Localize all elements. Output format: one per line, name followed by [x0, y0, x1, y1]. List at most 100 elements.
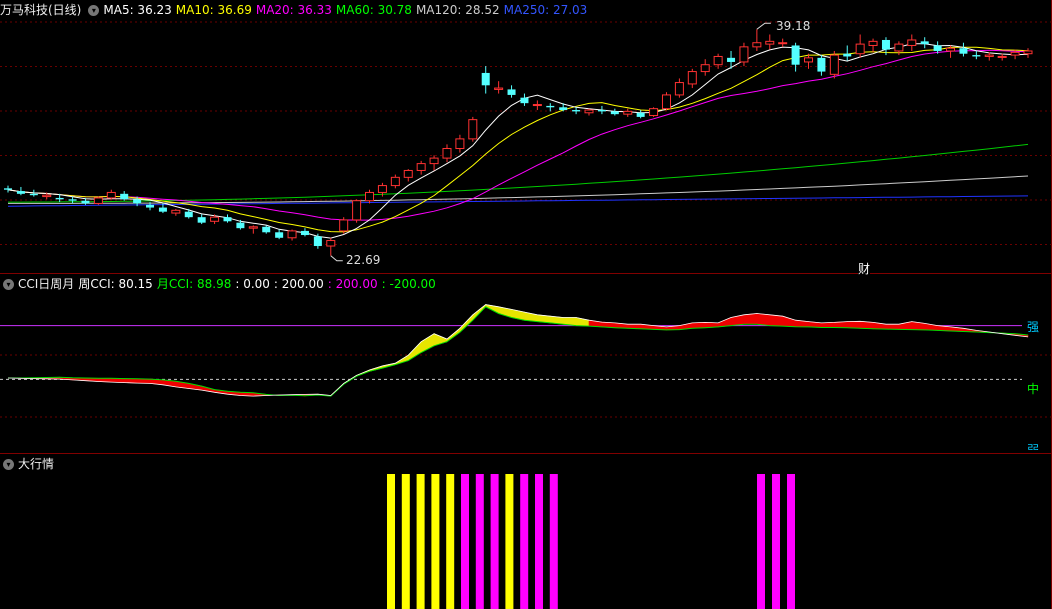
- signal-bar: [490, 474, 499, 609]
- candle-body: [791, 45, 800, 65]
- cci-fill-segment: [756, 313, 771, 326]
- candle-body: [377, 185, 387, 193]
- candle-body: [546, 105, 555, 108]
- panel3-settings-icon[interactable]: ▾: [3, 459, 14, 470]
- high-pointer: [756, 22, 771, 30]
- candle-body: [494, 87, 504, 90]
- candle-body: [55, 197, 64, 200]
- cci-fill-segment: [782, 315, 796, 327]
- panel2-header: ▾ CCI日周月 周CCI: 80.15 月CCI: 88.98: 0.00: 200…: [0, 275, 440, 293]
- candle-body: [210, 216, 220, 222]
- candle-body: [416, 163, 426, 171]
- signal-bar: [505, 474, 514, 609]
- candle-body: [817, 57, 826, 72]
- candle-body: [959, 48, 968, 54]
- candle-body: [262, 226, 271, 233]
- candle-body: [313, 236, 322, 247]
- candle-body: [636, 112, 645, 117]
- candle-body: [881, 39, 890, 50]
- signal-bar: [520, 474, 529, 609]
- candle-body: [739, 46, 749, 63]
- candle-body: [507, 89, 516, 95]
- candle-body: [339, 219, 349, 232]
- candle-body: [661, 94, 671, 110]
- signal-bar: [549, 474, 558, 609]
- candle-body: [868, 40, 878, 46]
- candle-body: [946, 47, 956, 52]
- weak-label: 弱: [1027, 443, 1040, 450]
- candle-body: [843, 53, 852, 57]
- candle-body: [390, 176, 400, 187]
- panel2-title: CCI日周月: [18, 277, 75, 291]
- candle-body: [481, 72, 490, 86]
- cci-fill-segment: [885, 323, 900, 330]
- candle-body: [907, 39, 917, 46]
- candle-body: [468, 119, 478, 140]
- candle-body: [752, 42, 762, 48]
- panel1-settings-icon[interactable]: ▾: [88, 5, 100, 16]
- candle-body: [1023, 50, 1033, 55]
- cci-fill-segment: [743, 313, 758, 325]
- candle-body: [68, 199, 77, 201]
- signal-bar: [387, 474, 395, 609]
- candle-body: [171, 209, 181, 214]
- finance-marker[interactable]: 财: [858, 260, 871, 277]
- week-cci-label: 周CCI: 80.15: [78, 277, 153, 291]
- ma5-label: MA5: 36.23: [103, 3, 172, 17]
- signal-bar: [401, 474, 410, 609]
- candle-body: [106, 191, 116, 199]
- candle-body: [597, 110, 606, 112]
- low-pointer: [330, 255, 343, 262]
- candle-body: [765, 40, 775, 45]
- candle-body: [81, 200, 90, 204]
- ma60-label: MA60: 30.78: [335, 3, 412, 17]
- candle-body: [829, 54, 839, 75]
- candle-body: [713, 55, 723, 66]
- candle-body: [972, 55, 981, 57]
- candle-body: [687, 71, 697, 85]
- candle-body: [855, 43, 865, 55]
- candle-body: [623, 110, 633, 115]
- candle-body: [804, 57, 814, 63]
- panel1-header: 万马科技(日线) ▾ MA5: 36.23 MA10: 36.69 MA20: 36.3…: [0, 1, 591, 19]
- signal-bar: [461, 474, 469, 609]
- candle-body: [133, 199, 142, 204]
- candle-body: [184, 211, 193, 218]
- panel3-title: 大行情: [18, 457, 55, 471]
- strong-label: 强: [1027, 320, 1040, 334]
- ref-neg200-label: : -200.00: [381, 277, 436, 291]
- signal-bar: [475, 474, 484, 609]
- candle-body: [158, 207, 167, 212]
- candle-body: [984, 54, 994, 57]
- candle-body: [236, 222, 245, 229]
- candle-body: [93, 197, 103, 204]
- candle-body: [778, 42, 788, 45]
- candle-body: [300, 230, 309, 236]
- candle-body: [326, 240, 336, 247]
- candle-body: [146, 204, 155, 208]
- candle-body: [520, 97, 529, 104]
- ma20-line: [7, 49, 1029, 221]
- signal-bar: [416, 474, 425, 609]
- candle-body: [16, 191, 25, 194]
- cci-fill-segment: [459, 314, 474, 334]
- candle-body: [727, 57, 736, 62]
- candle-body: [42, 194, 52, 198]
- candle-body: [584, 109, 594, 114]
- candle-body: [610, 111, 619, 115]
- stock-chart: [0, 0, 1052, 609]
- candle-body: [1010, 51, 1020, 56]
- month-cci-label: 月CCI: 88.98: [156, 277, 232, 291]
- signal-bar: [431, 474, 440, 609]
- candle-body: [429, 157, 439, 165]
- candle-body: [455, 138, 465, 149]
- cci-fill-segment: [769, 314, 783, 327]
- cci-fill-segment: [846, 320, 861, 329]
- candle-body: [287, 230, 297, 239]
- ref-200-white-label: : 200.00: [273, 277, 324, 291]
- candle-body: [572, 110, 581, 112]
- panel2-settings-icon[interactable]: ▾: [3, 279, 14, 290]
- signal-bar: [772, 474, 780, 609]
- candle-body: [442, 147, 452, 159]
- candle-body: [649, 108, 659, 117]
